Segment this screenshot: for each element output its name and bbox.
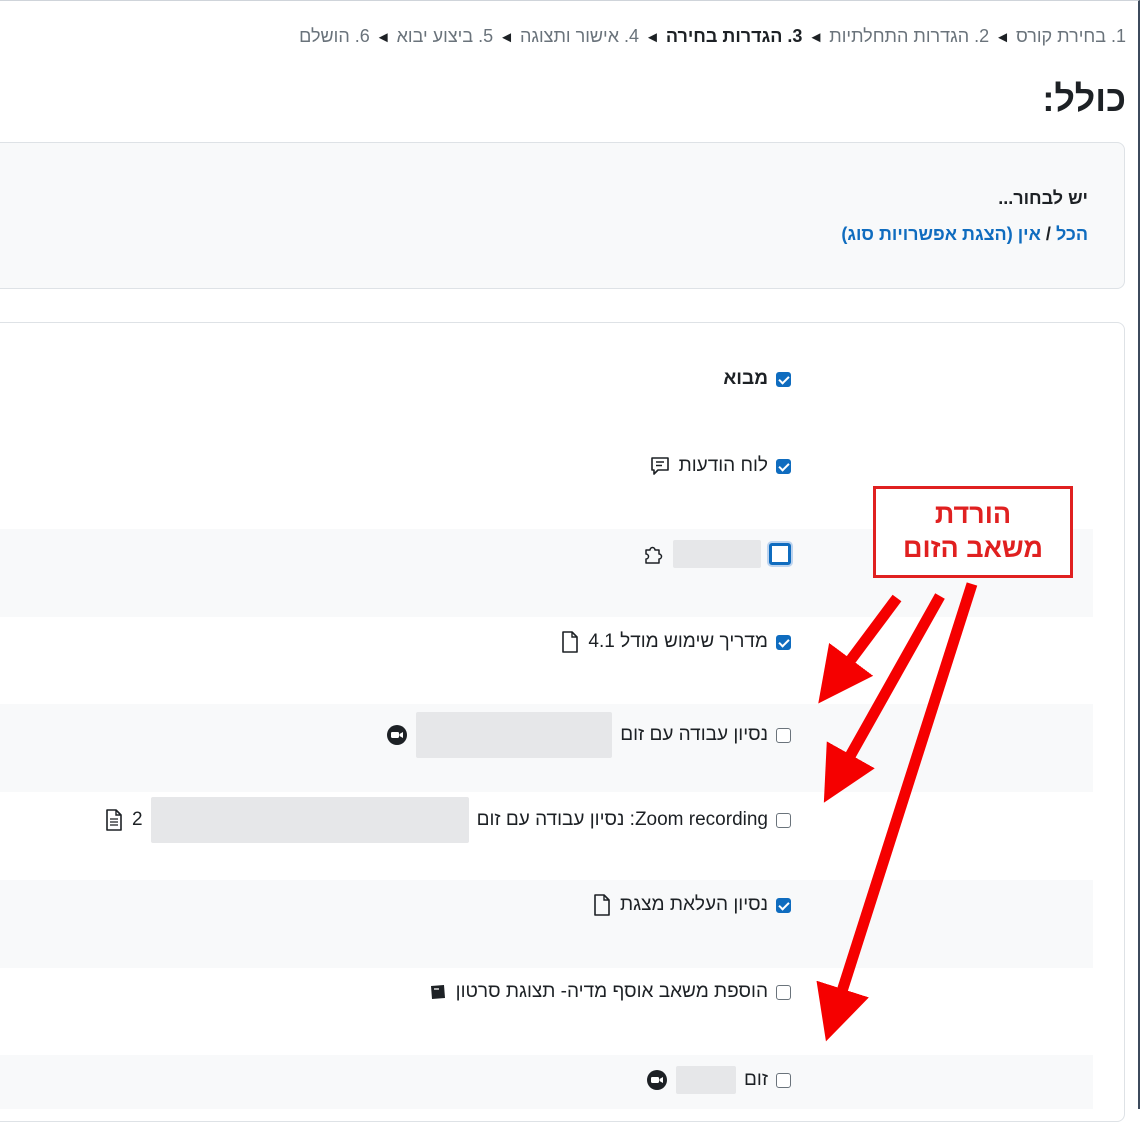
include-checkbox[interactable]	[776, 371, 791, 387]
list-item: מדריך שימוש מודל 4.1	[560, 630, 791, 654]
item-label: מדריך שימוש מודל 4.1	[588, 631, 768, 652]
breadcrumb-step-6: 6. הושלם	[299, 26, 370, 46]
redacted-label	[416, 712, 613, 758]
include-checkbox[interactable]	[776, 812, 791, 828]
select-panel	[0, 142, 1125, 289]
item-label: הוספת משאב אוסף מדיה- תצוגת סרטון	[455, 981, 768, 1002]
breadcrumb-step-1[interactable]: 1. בחירת קורס	[1016, 26, 1126, 46]
redacted-label	[676, 1066, 737, 1094]
item-label: Zoom recording: נסיון עבודה עם זום	[476, 809, 768, 830]
zoom-icon	[386, 724, 408, 746]
breadcrumb-step-4: 4. אישור ותצוגה	[519, 26, 640, 46]
file-icon	[592, 893, 612, 917]
list-item: נסיון עבודה עם זום	[386, 712, 791, 758]
select-none-link[interactable]: אין	[1018, 224, 1041, 244]
breadcrumb-step-2[interactable]: 2. הגדרות התחלתיות	[829, 26, 989, 46]
breadcrumb-separator-icon: ◄	[808, 29, 824, 46]
select-heading: יש לבחור...	[998, 188, 1088, 208]
item-label: לוח הודעות	[678, 455, 768, 476]
include-checkbox[interactable]	[769, 543, 791, 565]
breadcrumb-separator-icon: ◄	[375, 29, 391, 46]
select-all-link[interactable]: הכל	[1056, 224, 1088, 244]
zoom-icon	[646, 1069, 668, 1091]
redacted-label	[673, 540, 761, 568]
include-checkbox[interactable]	[776, 984, 791, 1000]
item-label: נסיון עבודה עם זום	[620, 724, 768, 745]
include-checkbox[interactable]	[776, 1072, 791, 1088]
breadcrumb: 1. בחירת קורס ◄ 2. הגדרות התחלתיות ◄ 3. הגדר…	[299, 26, 1126, 47]
row-background	[0, 1055, 1093, 1109]
item-trailing-text: 2	[132, 809, 143, 830]
list-item: לוח הודעות	[649, 455, 791, 477]
annotation-callout: הורדת משאב הזום	[873, 486, 1073, 578]
breadcrumb-separator-icon: ◄	[995, 29, 1010, 46]
list-item: זום	[646, 1066, 791, 1094]
list-item: הוספת משאב אוסף מדיה- תצוגת סרטון	[428, 981, 791, 1003]
breadcrumb-step-5: 5. ביצוע יבוא	[396, 26, 494, 46]
item-label: נסיון העלאת מצגת	[619, 894, 768, 915]
file-icon	[560, 630, 580, 654]
media-icon	[428, 982, 448, 1002]
breadcrumb-step-3: 3. הגדרות בחירה	[665, 26, 803, 46]
item-label: זום	[744, 1069, 768, 1090]
redacted-label	[150, 797, 469, 843]
include-checkbox[interactable]	[776, 634, 791, 650]
row-background	[0, 880, 1093, 968]
select-slash: /	[1045, 224, 1051, 244]
page-icon	[104, 808, 124, 832]
breadcrumb-separator-icon: ◄	[499, 29, 514, 46]
breadcrumb-separator-icon: ◄	[645, 29, 660, 46]
include-checkbox[interactable]	[776, 727, 791, 743]
show-type-options-link[interactable]: (הצגת אפשרויות סוג)	[841, 224, 1012, 244]
include-checkbox[interactable]	[776, 897, 791, 913]
forum-icon	[649, 455, 671, 477]
page-title: כולל:	[1042, 78, 1126, 119]
select-links: הכל / אין (הצגת אפשרויות סוג)	[841, 224, 1088, 245]
list-item: נסיון העלאת מצגת	[592, 893, 791, 917]
item-label: מבוא	[723, 368, 768, 389]
list-item	[641, 540, 791, 568]
include-checkbox[interactable]	[776, 458, 791, 474]
callout-line-1: הורדת	[934, 499, 1012, 529]
list-item: Zoom recording: נסיון עבודה עם זום 2	[104, 797, 791, 843]
puzzle-icon	[641, 542, 665, 566]
callout-line-2: משאב הזום	[903, 533, 1043, 563]
list-item: מבוא	[723, 368, 791, 390]
